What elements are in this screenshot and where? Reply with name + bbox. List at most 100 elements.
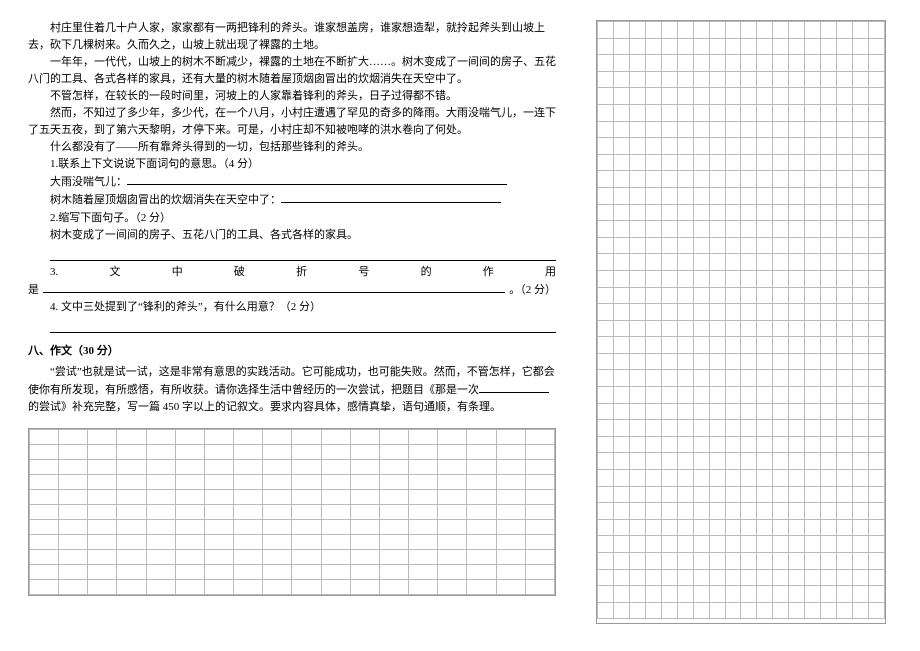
grid-cell[interactable] [821, 237, 837, 254]
grid-cell[interactable] [853, 221, 869, 238]
grid-cell[interactable] [821, 88, 837, 105]
grid-cell[interactable] [789, 436, 805, 453]
grid-cell[interactable] [645, 304, 661, 321]
grid-cell[interactable] [693, 287, 709, 304]
grid-cell[interactable] [789, 187, 805, 204]
grid-cell[interactable] [853, 569, 869, 586]
grid-cell[interactable] [496, 549, 525, 564]
grid-cell[interactable] [175, 444, 204, 459]
grid-cell[interactable] [757, 486, 773, 503]
grid-cell[interactable] [789, 71, 805, 88]
grid-cell[interactable] [693, 353, 709, 370]
grid-cell[interactable] [773, 320, 789, 337]
grid-cell[interactable] [693, 320, 709, 337]
grid-cell[interactable] [868, 154, 884, 171]
grid-cell[interactable] [693, 154, 709, 171]
grid-cell[interactable] [821, 536, 837, 553]
grid-cell[interactable] [837, 237, 853, 254]
grid-cell[interactable] [837, 88, 853, 105]
grid-cell[interactable] [709, 453, 725, 470]
grid-cell[interactable] [321, 519, 350, 534]
grid-cell[interactable] [645, 353, 661, 370]
grid-cell[interactable] [321, 564, 350, 579]
grid-cell[interactable] [868, 221, 884, 238]
grid-cell[interactable] [868, 403, 884, 420]
grid-cell[interactable] [821, 486, 837, 503]
grid-cell[interactable] [741, 470, 757, 487]
grid-cell[interactable] [757, 569, 773, 586]
grid-cell[interactable] [525, 549, 554, 564]
grid-cell[interactable] [853, 287, 869, 304]
grid-cell[interactable] [613, 370, 629, 387]
grid-cell[interactable] [709, 104, 725, 121]
grid-cell[interactable] [379, 534, 408, 549]
grid-cell[interactable] [725, 304, 741, 321]
grid-cell[interactable] [853, 121, 869, 138]
grid-cell[interactable] [629, 337, 645, 354]
grid-cell[interactable] [757, 553, 773, 570]
grid-cell[interactable] [321, 459, 350, 474]
grid-cell[interactable] [629, 320, 645, 337]
grid-cell[interactable] [741, 154, 757, 171]
grid-cell[interactable] [773, 287, 789, 304]
grid-cell[interactable] [30, 549, 59, 564]
grid-cell[interactable] [661, 320, 677, 337]
grid-cell[interactable] [88, 579, 117, 594]
grid-cell[interactable] [629, 569, 645, 586]
grid-cell[interactable] [821, 470, 837, 487]
grid-cell[interactable] [175, 504, 204, 519]
grid-cell[interactable] [805, 553, 821, 570]
grid-cell[interactable] [773, 254, 789, 271]
grid-cell[interactable] [117, 504, 146, 519]
grid-cell[interactable] [773, 187, 789, 204]
grid-cell[interactable] [59, 534, 88, 549]
grid-cell[interactable] [837, 254, 853, 271]
grid-cell[interactable] [467, 534, 496, 549]
grid-cell[interactable] [868, 138, 884, 155]
grid-cell[interactable] [467, 474, 496, 489]
grid-cell[interactable] [837, 337, 853, 354]
grid-cell[interactable] [725, 503, 741, 520]
grid-cell[interactable] [757, 22, 773, 39]
grid-cell[interactable] [598, 420, 614, 437]
grid-cell[interactable] [613, 569, 629, 586]
grid-cell[interactable] [175, 459, 204, 474]
grid-cell[interactable] [725, 337, 741, 354]
grid-cell[interactable] [379, 504, 408, 519]
grid-cell[interactable] [350, 429, 379, 444]
grid-cell[interactable] [693, 470, 709, 487]
grid-cell[interactable] [773, 403, 789, 420]
grid-cell[interactable] [677, 121, 693, 138]
q1-blank-2[interactable] [281, 191, 501, 203]
grid-cell[interactable] [598, 204, 614, 221]
writing-grid-right[interactable] [596, 20, 886, 624]
grid-cell[interactable] [59, 474, 88, 489]
grid-cell[interactable] [741, 88, 757, 105]
grid-cell[interactable] [175, 519, 204, 534]
grid-cell[interactable] [629, 237, 645, 254]
grid-cell[interactable] [525, 489, 554, 504]
grid-cell[interactable] [613, 187, 629, 204]
grid-cell[interactable] [853, 470, 869, 487]
grid-cell[interactable] [263, 489, 292, 504]
grid-cell[interactable] [853, 88, 869, 105]
grid-cell[interactable] [645, 171, 661, 188]
grid-cell[interactable] [263, 549, 292, 564]
grid-cell[interactable] [234, 474, 263, 489]
grid-cell[interactable] [837, 71, 853, 88]
grid-cell[interactable] [146, 519, 175, 534]
grid-cell[interactable] [234, 564, 263, 579]
grid-cell[interactable] [789, 221, 805, 238]
grid-cell[interactable] [629, 254, 645, 271]
grid-cell[interactable] [725, 71, 741, 88]
grid-cell[interactable] [853, 586, 869, 603]
grid-cell[interactable] [821, 353, 837, 370]
grid-cell[interactable] [709, 503, 725, 520]
grid-cell[interactable] [409, 429, 438, 444]
grid-cell[interactable] [757, 187, 773, 204]
grid-cell[interactable] [868, 204, 884, 221]
grid-cell[interactable] [853, 353, 869, 370]
grid-cell[interactable] [773, 536, 789, 553]
grid-cell[interactable] [805, 154, 821, 171]
grid-cell[interactable] [613, 353, 629, 370]
